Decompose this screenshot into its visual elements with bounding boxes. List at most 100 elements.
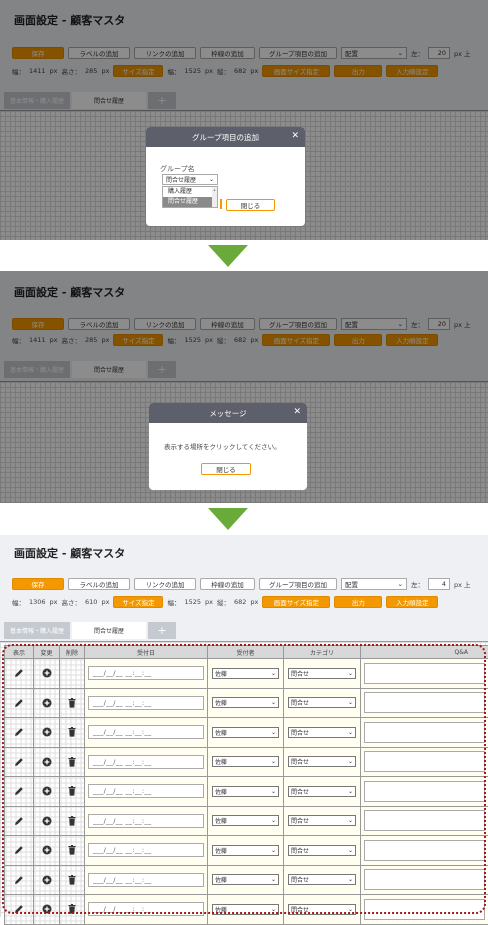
add-cell[interactable] [34, 718, 60, 748]
trash-icon[interactable] [60, 904, 84, 914]
date-input[interactable]: ___/__/__ __:__:__ [88, 666, 204, 680]
add-cell[interactable] [34, 895, 60, 925]
pencil-icon[interactable] [5, 786, 33, 796]
pencil-icon[interactable] [5, 875, 33, 885]
add-cell[interactable] [34, 659, 60, 689]
view-cell[interactable] [5, 659, 34, 689]
size-set-button[interactable]: サイズ指定 [113, 596, 163, 608]
receiver-select[interactable]: 佐藤⌄ [212, 845, 279, 856]
plus-circle-icon[interactable] [34, 845, 59, 855]
view-cell[interactable] [5, 836, 34, 866]
add-label-button[interactable]: ラベルの追加 [68, 578, 130, 590]
receiver-select[interactable]: 佐藤⌄ [212, 874, 279, 885]
category-select[interactable]: 問合せ⌄ [288, 845, 356, 856]
option-item[interactable]: 購入履歴 [163, 187, 217, 197]
category-select[interactable]: 問合せ⌄ [288, 756, 356, 767]
receiver-select[interactable]: 佐藤⌄ [212, 756, 279, 767]
scrollbar[interactable]: ▴ [212, 187, 217, 207]
height-value[interactable]: 610 [85, 598, 97, 606]
receiver-select[interactable]: 佐藤⌄ [212, 815, 279, 826]
date-input[interactable]: ___/__/__ __:__:__ [88, 784, 204, 798]
date-input[interactable]: ___/__/__ __:__:__ [88, 843, 204, 857]
view-cell[interactable] [5, 718, 34, 748]
plus-circle-icon[interactable] [34, 904, 59, 914]
date-input[interactable]: ___/__/__ __:__:__ [88, 814, 204, 828]
delete-cell[interactable] [60, 718, 85, 748]
close-button[interactable]: 閉じる [201, 463, 251, 475]
date-input[interactable]: ___/__/__ __:__:__ [88, 696, 204, 710]
add-cell[interactable] [34, 747, 60, 777]
pencil-icon[interactable] [5, 904, 33, 914]
view-cell[interactable] [5, 806, 34, 836]
delete-cell[interactable] [60, 806, 85, 836]
qa-textarea[interactable] [364, 692, 485, 713]
plus-circle-icon[interactable] [34, 875, 59, 885]
category-select[interactable]: 問合せ⌄ [288, 786, 356, 797]
date-input[interactable]: ___/__/__ __:__:__ [88, 873, 204, 887]
view-cell[interactable] [5, 895, 34, 925]
width-value[interactable]: 1306 [29, 598, 46, 606]
plus-circle-icon[interactable] [34, 786, 59, 796]
receiver-select[interactable]: 佐藤⌄ [212, 697, 279, 708]
qa-textarea[interactable] [364, 663, 485, 684]
qa-textarea[interactable] [364, 840, 485, 861]
view-cell[interactable] [5, 865, 34, 895]
plus-circle-icon[interactable] [34, 727, 59, 737]
output-button[interactable]: 出力 [334, 596, 382, 608]
input-order-button[interactable]: 入力順設定 [386, 596, 438, 608]
delete-cell[interactable] [60, 836, 85, 866]
category-select[interactable]: 問合せ⌄ [288, 727, 356, 738]
delete-cell[interactable] [60, 688, 85, 718]
category-select[interactable]: 問合せ⌄ [288, 668, 356, 679]
trash-icon[interactable] [60, 757, 84, 767]
tab-basic-info[interactable]: 基本情報・購入履歴 [4, 622, 70, 639]
left-input[interactable]: 4 [428, 578, 450, 590]
trash-icon[interactable] [60, 845, 84, 855]
receiver-select[interactable]: 佐藤⌄ [212, 786, 279, 797]
qa-textarea[interactable] [364, 810, 485, 831]
delete-cell[interactable] [60, 865, 85, 895]
date-input[interactable]: ___/__/__ __:__:__ [88, 725, 204, 739]
trash-icon[interactable] [60, 727, 84, 737]
plus-circle-icon[interactable] [34, 816, 59, 826]
plus-circle-icon[interactable] [34, 698, 59, 708]
receiver-select[interactable]: 佐藤⌄ [212, 727, 279, 738]
pencil-icon[interactable] [5, 845, 33, 855]
receiver-select[interactable]: 佐藤⌄ [212, 668, 279, 679]
date-input[interactable]: ___/__/__ __:__:__ [88, 755, 204, 769]
save-button[interactable]: 保存 [12, 578, 64, 590]
close-icon[interactable]: ✕ [291, 131, 299, 141]
screen-size-button[interactable]: 画面サイズ指定 [262, 596, 330, 608]
delete-cell[interactable] [60, 895, 85, 925]
pencil-icon[interactable] [5, 757, 33, 767]
category-select[interactable]: 問合せ⌄ [288, 874, 356, 885]
delete-cell[interactable] [60, 659, 85, 689]
group-options-list[interactable]: 購入履歴 問合せ履歴 ▴ [162, 186, 218, 208]
add-group-button[interactable]: グループ項目の追加 [259, 578, 337, 590]
screen-height-value[interactable]: 682 [234, 598, 246, 606]
add-cell[interactable] [34, 777, 60, 807]
add-frame-button[interactable]: 枠線の追加 [200, 578, 255, 590]
delete-cell[interactable] [60, 777, 85, 807]
add-link-button[interactable]: リンクの追加 [134, 578, 196, 590]
trash-icon[interactable] [60, 786, 84, 796]
group-name-select[interactable]: 問合せ履歴⌄ [162, 174, 218, 185]
trash-icon[interactable] [60, 698, 84, 708]
add-cell[interactable] [34, 836, 60, 866]
add-cell[interactable] [34, 865, 60, 895]
qa-textarea[interactable] [364, 722, 485, 743]
add-tab-button[interactable]: + [148, 622, 176, 639]
add-cell[interactable] [34, 688, 60, 718]
close-icon[interactable]: ✕ [293, 407, 301, 417]
arrange-select[interactable]: 配置⌄ [341, 578, 407, 590]
pencil-icon[interactable] [5, 816, 33, 826]
screen-width-value[interactable]: 1525 [184, 598, 201, 606]
pencil-icon[interactable] [5, 727, 33, 737]
qa-textarea[interactable] [364, 751, 485, 772]
category-select[interactable]: 問合せ⌄ [288, 904, 356, 915]
view-cell[interactable] [5, 747, 34, 777]
category-select[interactable]: 問合せ⌄ [288, 815, 356, 826]
option-item-selected[interactable]: 問合せ履歴 [163, 197, 217, 207]
qa-textarea[interactable] [364, 781, 485, 802]
qa-textarea[interactable] [364, 869, 485, 890]
